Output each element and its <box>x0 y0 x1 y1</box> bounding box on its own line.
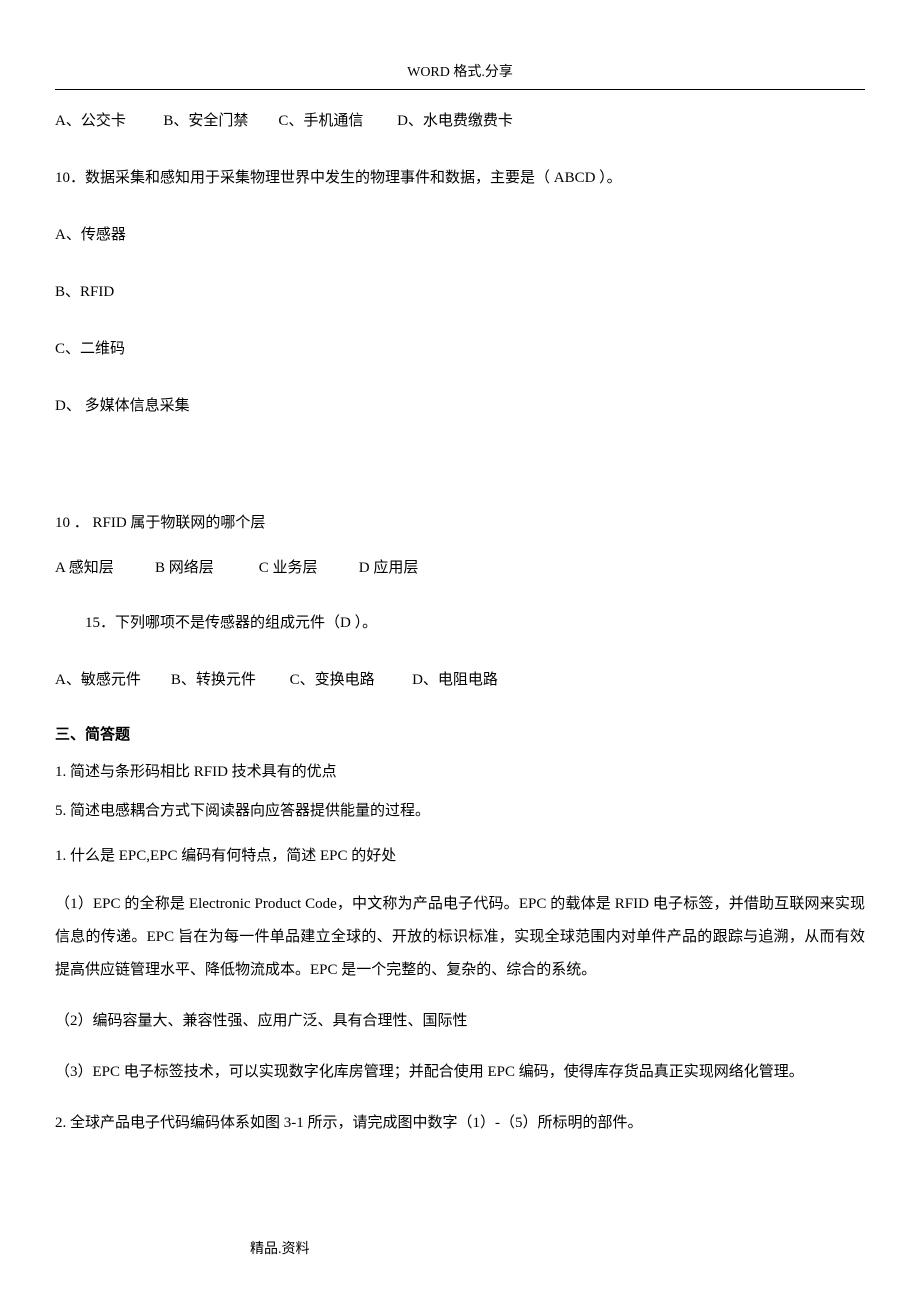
section3-answer2: （2）编码容量大、兼容性强、应用广泛、具有合理性、国际性 <box>55 1005 865 1038</box>
q10-option-d: D、 多媒体信息采集 <box>55 393 865 420</box>
section3-q1b: 1. 什么是 EPC,EPC 编码有何特点，简述 EPC 的好处 <box>55 843 865 870</box>
page-footer: 精品.资料 <box>250 1237 310 1262</box>
section3-q1: 1. 简述与条形码相比 RFID 技术具有的优点 <box>55 759 865 786</box>
section3-title: 三、简答题 <box>55 722 865 749</box>
q15-text: 15．下列哪项不是传感器的组成元件（D ）。 <box>85 610 865 637</box>
q10-option-b: B、RFID <box>55 279 865 306</box>
q10-text: 10．数据采集和感知用于采集物理世界中发生的物理事件和数据，主要是（ ABCD … <box>55 165 865 192</box>
q9-options: A、公交卡 B、安全门禁 C、手机通信 D、水电费缴费卡 <box>55 108 865 135</box>
q10-option-c: C、二维码 <box>55 336 865 363</box>
page-header: WORD 格式.分享 <box>55 60 865 85</box>
q10b-text: 10 ． RFID 属于物联网的哪个层 <box>55 510 865 537</box>
section3-q5: 5. 简述电感耦合方式下阅读器向应答器提供能量的过程。 <box>55 798 865 825</box>
section3-q2: 2. 全球产品电子代码编码体系如图 3-1 所示，请完成图中数字（1）-（5）所… <box>55 1107 865 1140</box>
q10-option-a: A、传感器 <box>55 222 865 249</box>
section3-answer1: （1）EPC 的全称是 Electronic Product Code，中文称为… <box>55 888 865 987</box>
q15-options: A、敏感元件 B、转换元件 C、变换电路 D、电阻电路 <box>55 667 865 694</box>
q10b-options: A 感知层 B 网络层 C 业务层 D 应用层 <box>55 555 865 582</box>
header-divider <box>55 89 865 90</box>
section3-answer3: （3）EPC 电子标签技术，可以实现数字化库房管理；并配合使用 EPC 编码，使… <box>55 1056 865 1089</box>
